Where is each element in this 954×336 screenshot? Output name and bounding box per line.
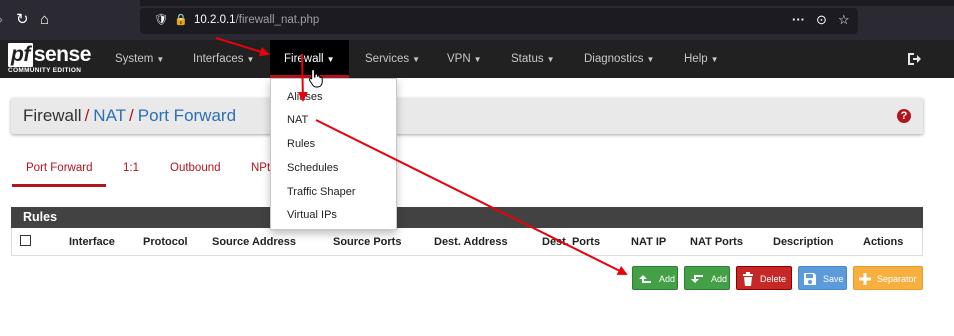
column-header[interactable]: Dest. Ports bbox=[542, 236, 600, 248]
arrow-down-icon bbox=[691, 275, 703, 283]
menu-item-rules[interactable]: Rules bbox=[287, 138, 315, 150]
home-icon[interactable]: ⌂ bbox=[40, 12, 49, 28]
breadcrumb-panel: Firewall / NAT / Port Forward ? bbox=[11, 98, 923, 134]
hand-pointer-icon bbox=[308, 68, 323, 88]
menu-item-traffic-shaper[interactable]: Traffic Shaper bbox=[287, 186, 355, 198]
save-button[interactable]: Save bbox=[798, 266, 847, 290]
caret-down-icon: ▼ bbox=[646, 55, 655, 64]
caret-down-icon: ▼ bbox=[412, 55, 421, 64]
column-header[interactable]: Dest. Address bbox=[434, 236, 508, 248]
add-rule-bottom-button[interactable]: Add bbox=[684, 266, 730, 290]
column-header[interactable]: Source Ports bbox=[333, 236, 401, 248]
menu-item-virtual-ips[interactable]: Virtual IPs bbox=[287, 209, 337, 221]
floppy-disk-icon bbox=[804, 273, 816, 285]
nav-status[interactable]: Status ▼ bbox=[511, 40, 555, 78]
browser-toolbar: › ↻ ⌂ 🛡 🔒 10.2.0.1/firewall_nat.php ··· … bbox=[0, 0, 954, 40]
browser-tab-strip bbox=[140, 0, 954, 6]
caret-down-icon: ▼ bbox=[710, 55, 719, 64]
tracking-shield-icon[interactable]: 🛡 bbox=[154, 13, 168, 26]
breadcrumb: Firewall / NAT / Port Forward bbox=[23, 106, 236, 126]
add-separator-button[interactable]: Separator bbox=[853, 266, 923, 290]
tab-npt[interactable]: NPt bbox=[251, 162, 270, 174]
delete-button[interactable]: Delete bbox=[736, 266, 792, 290]
tab-port-forward[interactable]: Port Forward bbox=[26, 162, 92, 174]
logo-wordmark: pf sense bbox=[8, 43, 91, 67]
forward-icon[interactable]: › bbox=[0, 12, 3, 28]
column-header[interactable]: Actions bbox=[863, 236, 903, 248]
breadcrumb-port-forward[interactable]: Port Forward bbox=[138, 106, 236, 125]
nav-diagnostics[interactable]: Diagnostics ▼ bbox=[584, 40, 654, 78]
logo-edition: COMMUNITY EDITION bbox=[8, 67, 82, 74]
breadcrumb-nat[interactable]: NAT bbox=[93, 106, 126, 125]
menu-item-aliases[interactable]: Aliases bbox=[287, 91, 322, 103]
tab-outbound[interactable]: Outbound bbox=[170, 162, 221, 174]
url-text[interactable]: 10.2.0.1/firewall_nat.php bbox=[194, 14, 319, 26]
arrow-up-icon bbox=[639, 275, 651, 283]
nav-system[interactable]: System ▼ bbox=[115, 40, 164, 78]
plus-icon bbox=[859, 273, 871, 285]
caret-down-icon: ▼ bbox=[546, 55, 555, 64]
logout-icon[interactable] bbox=[906, 51, 922, 67]
column-header[interactable]: NAT IP bbox=[631, 236, 666, 248]
firewall-dropdown-menu: Aliases NAT Rules Schedules Traffic Shap… bbox=[270, 78, 397, 230]
breadcrumb-separator: / bbox=[129, 106, 134, 125]
caret-down-icon: ▼ bbox=[156, 55, 165, 64]
select-all-checkbox[interactable] bbox=[20, 235, 31, 246]
rules-panel-header: Rules bbox=[11, 207, 923, 228]
column-header[interactable]: Source Address bbox=[212, 236, 296, 248]
pfsense-logo[interactable]: pf sense COMMUNITY EDITION bbox=[8, 43, 94, 75]
reload-icon[interactable]: ↻ bbox=[16, 12, 29, 28]
caret-down-icon: ▼ bbox=[326, 55, 335, 64]
help-icon[interactable]: ? bbox=[897, 109, 911, 123]
rules-title: Rules bbox=[23, 210, 58, 224]
add-rule-top-button[interactable]: Add bbox=[632, 266, 678, 290]
caret-down-icon: ▼ bbox=[246, 55, 255, 64]
column-header[interactable]: NAT Ports bbox=[690, 236, 743, 248]
column-header[interactable]: Protocol bbox=[143, 236, 188, 248]
menu-item-nat[interactable]: NAT bbox=[287, 114, 308, 126]
active-tab-indicator bbox=[12, 184, 106, 187]
nav-help[interactable]: Help ▼ bbox=[684, 40, 719, 78]
pocket-icon[interactable]: ⊙ bbox=[816, 12, 827, 28]
column-header[interactable]: Description bbox=[773, 236, 834, 248]
bookmark-star-icon[interactable]: ☆ bbox=[838, 12, 850, 28]
page-actions-icon[interactable]: ··· bbox=[792, 12, 805, 27]
nav-services[interactable]: Services ▼ bbox=[365, 40, 420, 78]
main-navbar: pf sense COMMUNITY EDITION System ▼ Interf… bbox=[0, 40, 954, 78]
trash-icon bbox=[743, 272, 753, 286]
rules-table-header: Interface Protocol Source Address Source… bbox=[11, 228, 923, 256]
column-header[interactable]: Interface bbox=[69, 236, 115, 248]
menu-item-schedules[interactable]: Schedules bbox=[287, 162, 338, 174]
url-path: /firewall_nat.php bbox=[235, 14, 320, 26]
breadcrumb-firewall: Firewall bbox=[23, 106, 82, 125]
address-bar[interactable]: 🛡 🔒 10.2.0.1/firewall_nat.php ··· ⊙ ☆ bbox=[140, 8, 858, 34]
url-host: 10.2.0.1 bbox=[194, 14, 236, 26]
nav-vpn[interactable]: VPN ▼ bbox=[447, 40, 482, 78]
breadcrumb-separator: / bbox=[84, 106, 90, 125]
insecure-connection-icon[interactable]: 🔒 bbox=[174, 13, 188, 26]
tab-1-to-1[interactable]: 1:1 bbox=[123, 162, 139, 174]
nav-interfaces[interactable]: Interfaces ▼ bbox=[193, 40, 254, 78]
caret-down-icon: ▼ bbox=[473, 55, 482, 64]
